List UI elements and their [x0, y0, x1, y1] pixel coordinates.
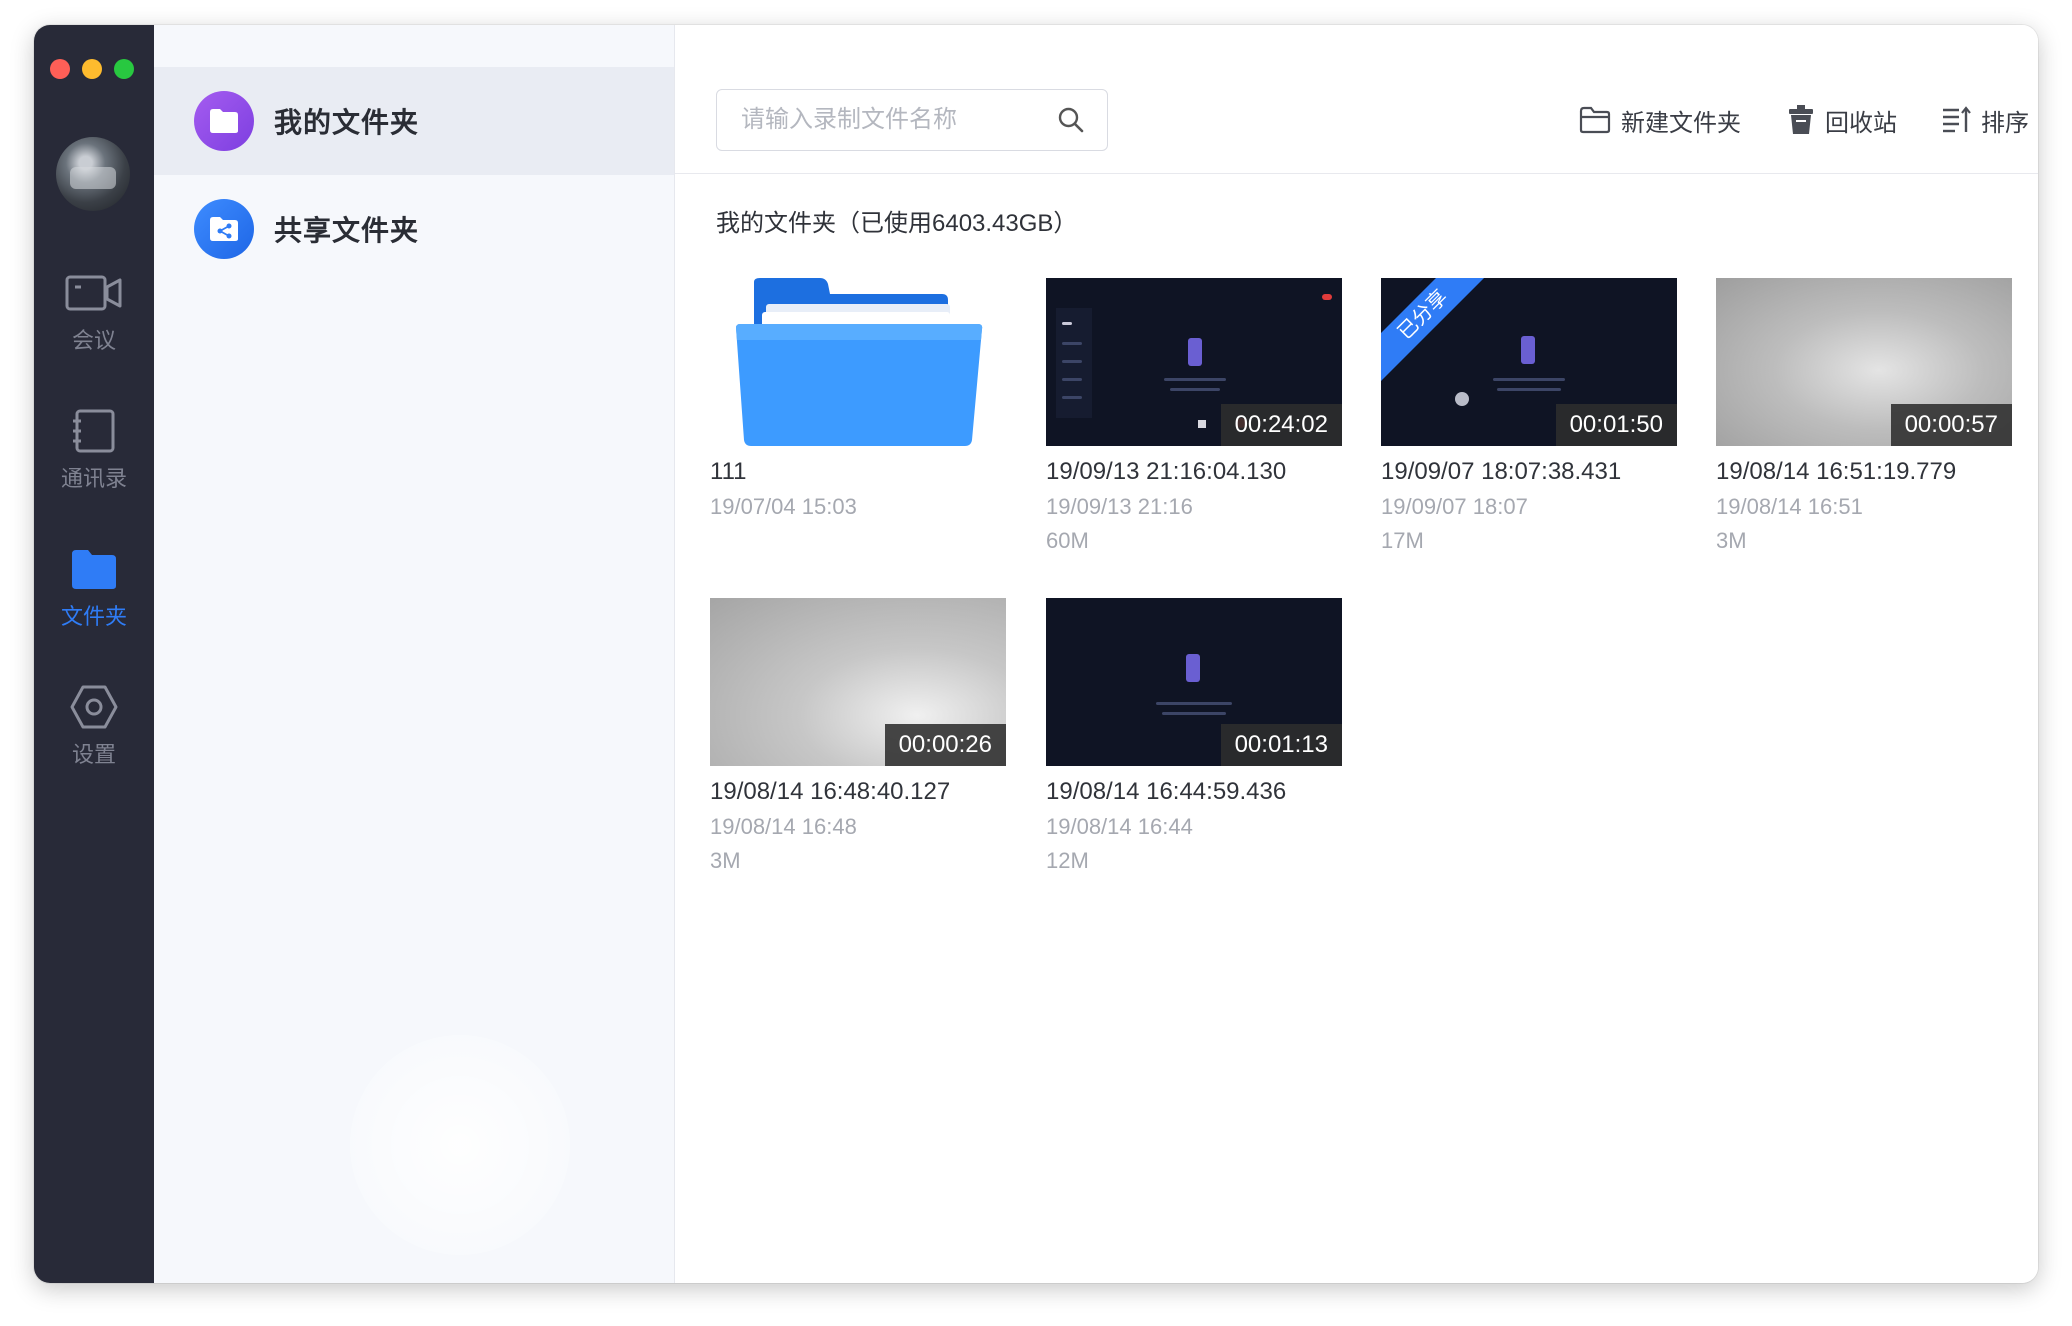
item-size: 17M — [1381, 528, 1424, 553]
video-duration: 00:00:57 — [1890, 404, 2012, 446]
search-input[interactable] — [739, 90, 1043, 150]
item-date: 19/08/14 16:44 — [1046, 814, 1193, 839]
item-size: 3M — [710, 848, 741, 873]
video-thumbnail: 00:00:57 — [1716, 278, 2012, 446]
search-icon[interactable] — [1057, 106, 1085, 134]
decorative-glow — [350, 1035, 570, 1255]
folder-item-my[interactable]: 我的文件夹 — [154, 67, 674, 175]
video-duration: 00:00:26 — [884, 724, 1006, 766]
nav-item-contacts[interactable]: 通讯录 — [34, 403, 154, 493]
nav-item-folder[interactable]: 文件夹 — [34, 541, 154, 631]
item-date: 19/08/14 16:51 — [1716, 494, 1863, 519]
item-date: 19/09/13 21:16 — [1046, 494, 1193, 519]
folder-thumbnail — [710, 278, 1006, 446]
folder-label: 我的文件夹 — [274, 107, 420, 138]
video-thumbnail: 00:24:02 — [1046, 278, 1342, 446]
my-folder-icon — [194, 91, 254, 151]
recycle-bin-button[interactable]: 回收站 — [1787, 103, 1897, 137]
settings-hexagon-icon — [70, 685, 118, 729]
sort-button[interactable]: 排序 — [1941, 103, 2029, 137]
sort-label: 排序 — [1981, 109, 2029, 137]
item-date: 19/08/14 16:48 — [710, 814, 857, 839]
sort-icon — [1943, 106, 1971, 133]
recycle-bin-label: 回收站 — [1825, 109, 1897, 137]
trash-icon — [1789, 105, 1813, 134]
avatar[interactable] — [56, 137, 130, 211]
address-book-icon — [73, 409, 115, 453]
main-content: 新建文件夹 回收站 — [675, 25, 2038, 1283]
video-card[interactable]: 00:00:26 19/08/14 16:48:40.127 19/08/14 … — [710, 598, 1006, 874]
video-card[interactable]: 00:24:02 19/09/13 21:16:04.130 19/09/13 … — [1046, 278, 1342, 554]
video-card[interactable]: 00:01:13 19/08/14 16:44:59.436 19/08/14 … — [1046, 598, 1342, 874]
zoom-window-button[interactable] — [114, 59, 134, 79]
folder-icon — [72, 550, 116, 589]
shared-badge: 已分享 — [1381, 278, 1499, 391]
item-date: 19/09/07 18:07 — [1381, 494, 1528, 519]
folder-item-shared[interactable]: 共享文件夹 — [154, 175, 674, 283]
item-name: 19/08/14 16:51:19.779 — [1716, 458, 1957, 485]
folder-label: 共享文件夹 — [274, 215, 420, 246]
big-folder-icon — [736, 278, 983, 446]
video-duration: 00:01:13 — [1220, 724, 1342, 766]
folder-list-pane: 我的文件夹 共享文件夹 — [154, 25, 675, 1283]
nav-label: 会议 — [71, 328, 116, 353]
main-nav: 会议 通讯录 文件夹 设置 — [34, 25, 154, 1283]
new-folder-button[interactable]: 新建文件夹 — [1579, 103, 1741, 137]
video-card[interactable]: 00:00:57 19/08/14 16:51:19.779 19/08/14 … — [1716, 278, 2012, 554]
item-name: 19/09/13 21:16:04.130 — [1046, 458, 1287, 485]
video-thumbnail: 00:01:13 — [1046, 598, 1342, 766]
nav-label: 设置 — [71, 742, 116, 767]
folder-card[interactable]: 111 19/07/04 15:03 — [710, 278, 1006, 520]
item-name: 19/08/14 16:44:59.436 — [1046, 778, 1287, 805]
shared-folder-icon — [194, 199, 254, 259]
item-date: 19/07/04 15:03 — [710, 494, 857, 519]
video-thumbnail: 00:00:26 — [710, 598, 1006, 766]
item-name: 111 — [710, 458, 747, 485]
item-size: 60M — [1046, 528, 1089, 553]
nav-label: 文件夹 — [60, 604, 127, 629]
item-name: 19/08/14 16:48:40.127 — [710, 778, 951, 805]
video-thumbnail: 已分享 00:01:50 — [1381, 278, 1677, 446]
minimize-window-button[interactable] — [82, 59, 102, 79]
new-folder-icon — [1579, 106, 1611, 134]
toolbar: 新建文件夹 回收站 — [675, 25, 2038, 174]
item-name: 19/09/07 18:07:38.431 — [1381, 458, 1622, 485]
section-title: 我的文件夹（已使用6403.43GB） — [716, 210, 1078, 237]
nav-label: 通讯录 — [60, 466, 127, 491]
nav-item-meeting[interactable]: 会议 — [34, 265, 154, 355]
nav-item-settings[interactable]: 设置 — [34, 679, 154, 769]
item-size: 12M — [1046, 848, 1089, 873]
close-window-button[interactable] — [50, 59, 70, 79]
item-size: 3M — [1716, 528, 1747, 553]
app-window: 会议 通讯录 文件夹 设置 我的文件夹 共享文件夹 请输入录制文件名称 新建文件… — [34, 25, 2038, 1283]
new-folder-label: 新建文件夹 — [1621, 109, 1741, 137]
video-camera-icon — [65, 275, 122, 311]
video-card[interactable]: 已分享 00:01:50 19/09/07 18:07:38.431 19/09… — [1381, 278, 1677, 554]
video-duration: 00:01:50 — [1555, 404, 1677, 446]
search-box[interactable] — [716, 89, 1108, 151]
video-duration: 00:24:02 — [1220, 404, 1342, 446]
